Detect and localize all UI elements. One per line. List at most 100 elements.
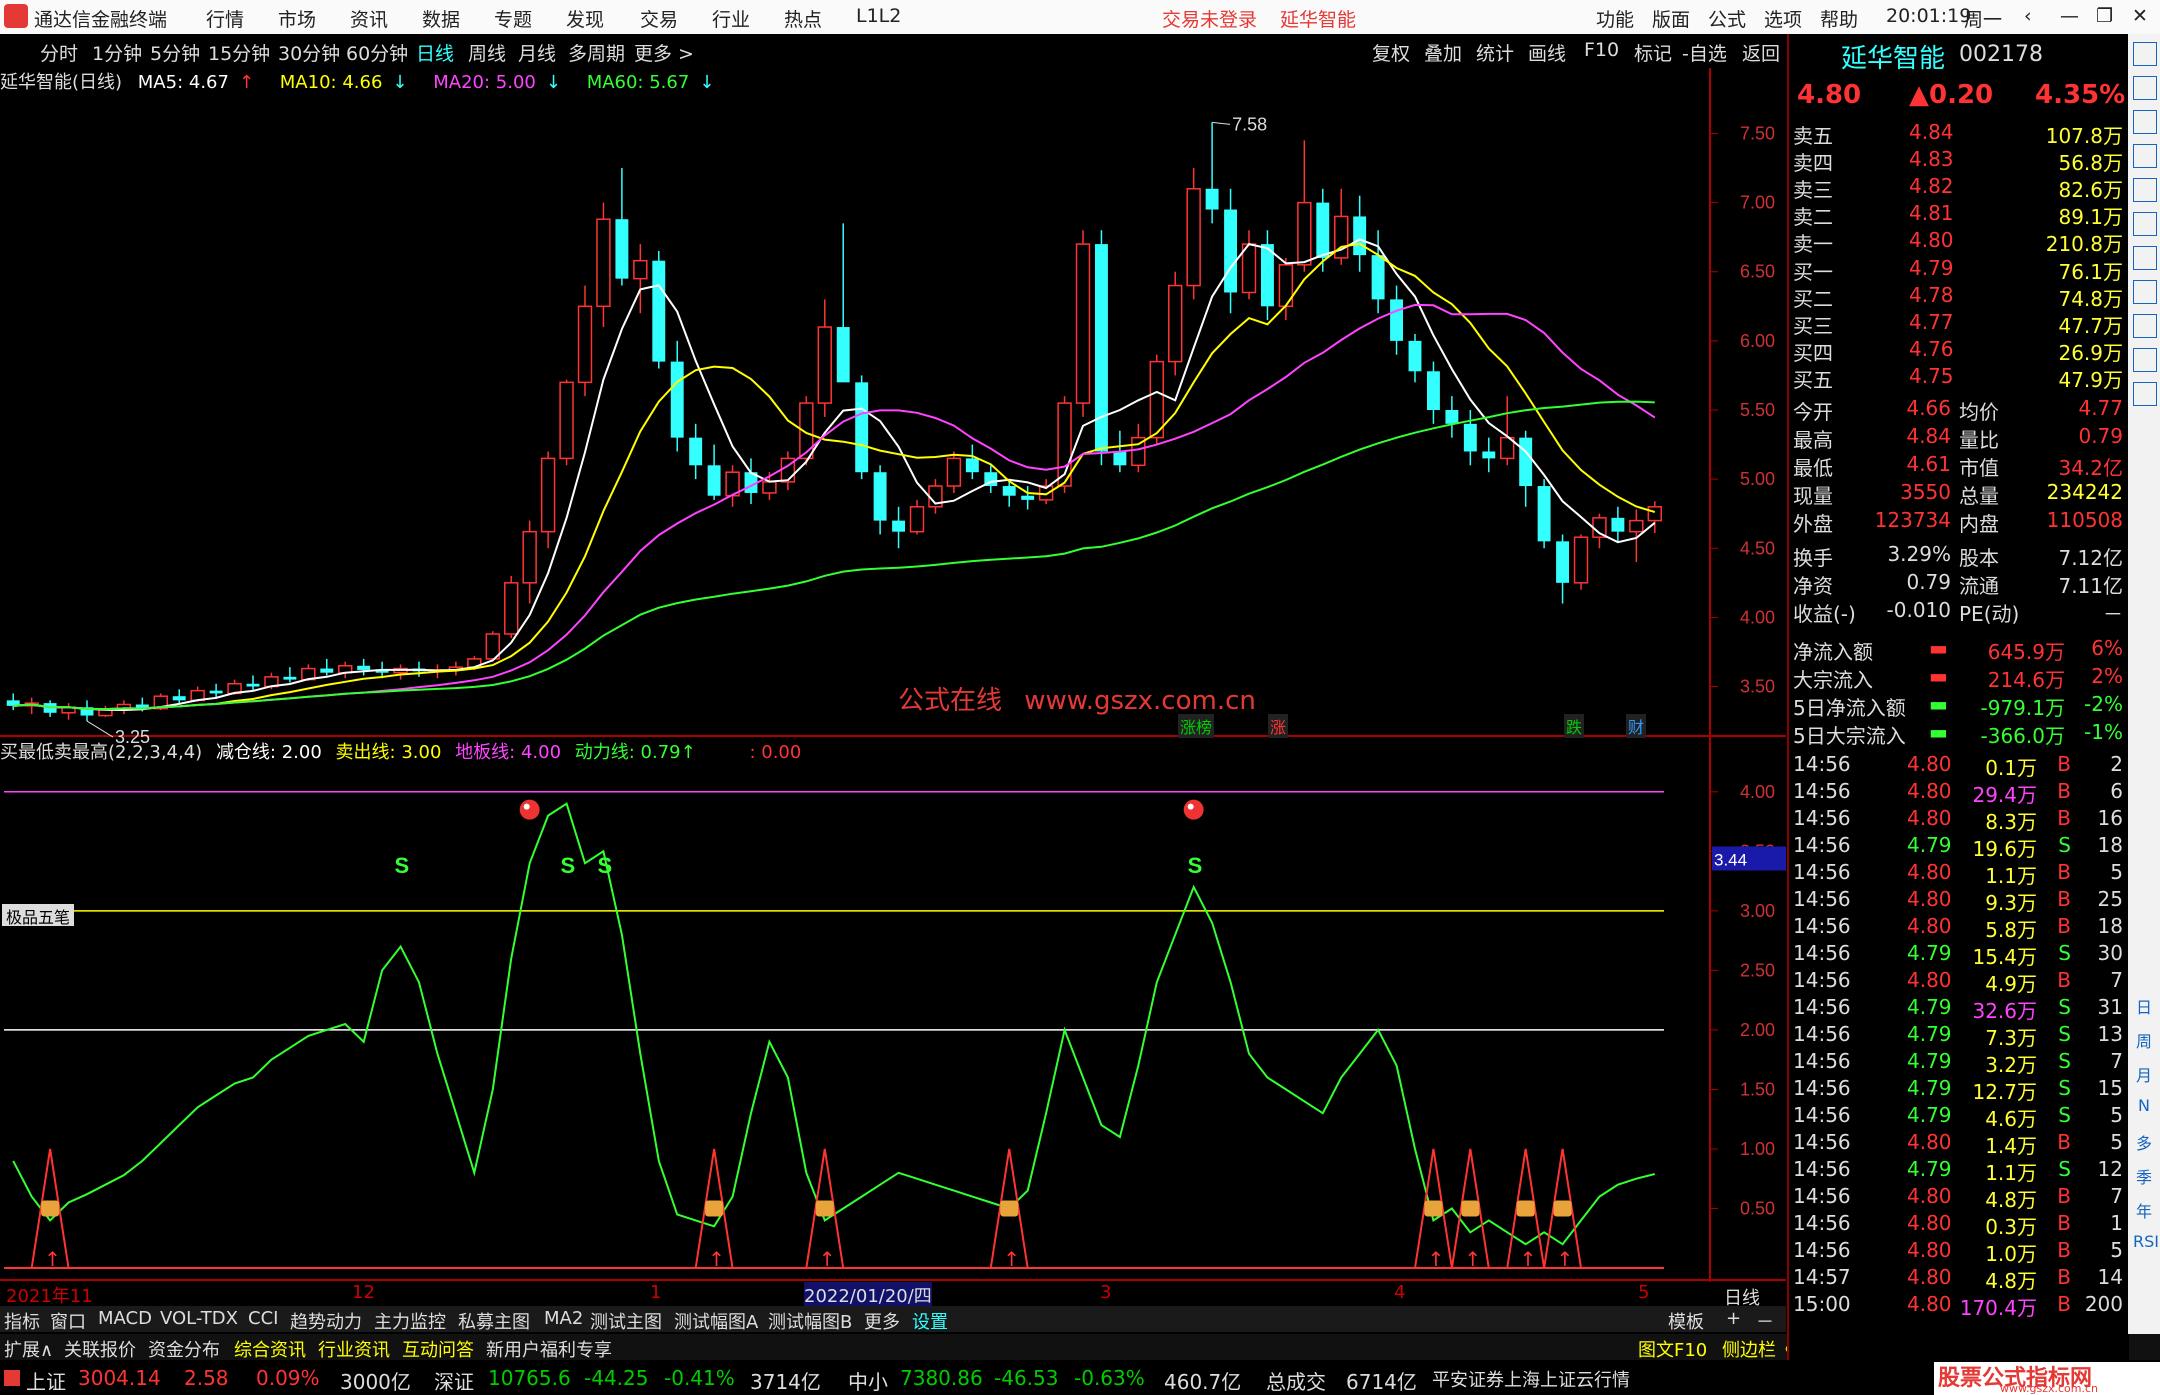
tick-row[interactable]: 14:56 4.79 15.4万 S 30: [1789, 941, 2127, 969]
tick-row[interactable]: 14:56 4.80 5.8万 B 18: [1789, 914, 2127, 942]
flow-row[interactable]: 大宗流入 ▬ 214.6万 2%: [1789, 664, 2127, 692]
tick-row[interactable]: 14:56 4.80 1.0万 B 5: [1789, 1238, 2127, 1266]
side-period-0[interactable]: 日: [2133, 994, 2155, 1017]
info-tab-guanlian[interactable]: 关联报价: [64, 1336, 136, 1362]
side-period-2[interactable]: 月: [2133, 1062, 2155, 1085]
menu-item-shuju[interactable]: 数据: [422, 5, 460, 32]
chart-icon[interactable]: [2133, 144, 2157, 168]
tab-qushi[interactable]: 趋势动力: [290, 1308, 362, 1334]
tab-simu[interactable]: 私募主图: [458, 1308, 530, 1334]
tick-row[interactable]: 14:56 4.80 8.3万 B 16: [1789, 806, 2127, 834]
tick-row[interactable]: 14:57 4.80 4.8万 B 14: [1789, 1265, 2127, 1293]
tick-row[interactable]: 14:56 4.79 1.1万 S 12: [1789, 1157, 2127, 1185]
menu-item-banmian[interactable]: 版面: [1652, 5, 1690, 32]
info-tab-hudong[interactable]: 互动问答: [402, 1336, 474, 1362]
menu-item-hangqing[interactable]: 行情: [206, 5, 244, 32]
ask-row[interactable]: 卖五 4.84 107.8万: [1789, 120, 2127, 148]
menu-item-shichang[interactable]: 市场: [278, 5, 316, 32]
info-tab-xinyonghu[interactable]: 新用户福利专享: [486, 1336, 612, 1362]
restore-icon[interactable]: ❐: [2096, 5, 2113, 27]
tf-monthly[interactable]: 月线: [518, 39, 556, 66]
tf-multi[interactable]: 多周期: [568, 39, 625, 66]
event-tag-zhang[interactable]: 涨榜: [1178, 714, 1215, 738]
tick-row[interactable]: 14:56 4.80 4.9万 B 7: [1789, 968, 2127, 996]
ask-row[interactable]: 卖二 4.81 89.1万: [1789, 201, 2127, 229]
menu-item-l1l2[interactable]: L1L2: [856, 5, 901, 27]
side-period-3[interactable]: N: [2133, 1096, 2155, 1118]
tick-row[interactable]: 14:56 4.80 0.1万 B 2: [1789, 752, 2127, 780]
fs-icon[interactable]: [2133, 314, 2157, 338]
tab-macd[interactable]: MACD: [98, 1308, 152, 1329]
tool-huaxian[interactable]: 画线: [1528, 39, 1566, 66]
stat2-row[interactable]: 净资 0.79 流通 7.11亿: [1789, 570, 2127, 598]
bid-row[interactable]: 买四 4.76 26.9万: [1789, 337, 2127, 365]
ask-row[interactable]: 卖一 4.80 210.8万: [1789, 228, 2127, 256]
menu-item-jiaoyi[interactable]: 交易: [640, 5, 678, 32]
30-icon[interactable]: [2133, 348, 2157, 372]
stat-row[interactable]: 外盘 123734 内盘 110508: [1789, 508, 2127, 536]
tab-chuangkou[interactable]: 窗口: [50, 1308, 86, 1334]
tool-fanhui[interactable]: 返回: [1742, 39, 1780, 66]
menu-item-gongshi[interactable]: 公式: [1708, 5, 1746, 32]
bid-row[interactable]: 买五 4.75 47.9万: [1789, 364, 2127, 392]
tool-fuquan[interactable]: 复权: [1372, 39, 1410, 66]
ds-icon[interactable]: [2133, 280, 2157, 304]
tab-minus[interactable]: －: [1756, 1308, 1774, 1334]
tick-row[interactable]: 14:56 4.80 9.3万 B 25: [1789, 887, 2127, 915]
tab-ceshi[interactable]: 测试主图: [590, 1308, 662, 1334]
tool-zixuan[interactable]: -自选: [1682, 39, 1727, 66]
info-tab-hangye[interactable]: 行业资讯: [318, 1336, 390, 1362]
tab-ceshia[interactable]: 测试幅图A: [674, 1308, 758, 1334]
flow-row[interactable]: 5日大宗流入 ▬ -366.0万 -1%: [1789, 720, 2127, 748]
event-tag-cai[interactable]: 财: [1626, 714, 1647, 738]
info-tab-f10[interactable]: 图文F10: [1638, 1336, 1707, 1362]
side-period-1[interactable]: 周: [2133, 1028, 2155, 1051]
tab-muban[interactable]: 模板: [1668, 1308, 1704, 1334]
sz-label[interactable]: 深证: [434, 1366, 474, 1395]
tf-daily[interactable]: 日线: [416, 39, 454, 66]
side-period-4[interactable]: 多: [2133, 1130, 2155, 1153]
event-tag-die[interactable]: 跌: [1564, 714, 1585, 738]
info-icon[interactable]: [2133, 212, 2157, 236]
stat-row[interactable]: 最低 4.61 市值 34.2亿: [1789, 452, 2127, 480]
tf-15min[interactable]: 15分钟: [208, 39, 270, 66]
tf-more[interactable]: 更多 >: [634, 39, 694, 66]
tick-row[interactable]: 14:56 4.80 0.3万 B 1: [1789, 1211, 2127, 1239]
60-icon[interactable]: [2133, 382, 2157, 406]
rsi-icon[interactable]: [2133, 246, 2157, 270]
tool-biaoji[interactable]: 标记: [1634, 39, 1672, 66]
menu-item-faxian[interactable]: 发现: [566, 5, 604, 32]
menu-item-zhuanti[interactable]: 专题: [494, 5, 532, 32]
info-tab-expand[interactable]: 扩展∧: [4, 1336, 53, 1362]
stat2-row[interactable]: 收益(-) -0.010 PE(动) －: [1789, 598, 2127, 626]
tick-row[interactable]: 14:56 4.79 4.6万 S 5: [1789, 1103, 2127, 1131]
side-period-6[interactable]: 年: [2133, 1198, 2155, 1221]
tf-5min[interactable]: 5分钟: [150, 39, 200, 66]
tf-fenshi[interactable]: 分时: [40, 39, 78, 66]
server-name[interactable]: 平安证券上海上证云行情: [1432, 1366, 1630, 1392]
tick-row[interactable]: 14:56 4.79 32.6万 S 31: [1789, 995, 2127, 1023]
tick-row[interactable]: 14:56 4.79 3.2万 S 7: [1789, 1049, 2127, 1077]
close-icon[interactable]: ✕: [2132, 5, 2148, 27]
tick-row[interactable]: 14:56 4.79 19.6万 S 18: [1789, 833, 2127, 861]
sh-label[interactable]: 上证: [26, 1366, 66, 1395]
tick-row[interactable]: 14:56 4.80 29.4万 B 6: [1789, 779, 2127, 807]
tick-row[interactable]: 14:56 4.79 7.3万 S 13: [1789, 1022, 2127, 1050]
tab-settings[interactable]: 设置: [912, 1308, 948, 1334]
sub-toolbar[interactable]: 极品五笔: [2, 904, 75, 927]
side-period-5[interactable]: 季: [2133, 1164, 2155, 1187]
stat-row[interactable]: 最高 4.84 量比 0.79: [1789, 424, 2127, 452]
tick-row[interactable]: 14:56 4.80 1.4万 B 5: [1789, 1130, 2127, 1158]
main-chart[interactable]: ↑ ↑ ↑ ↑ ↑ ↑ ↑ ↑S S S S 7.507.006.506.005.505.004.5…: [0, 68, 1786, 1282]
tab-plus[interactable]: +: [1726, 1308, 1741, 1329]
flow-row[interactable]: 净流入额 ▬ 645.9万 6%: [1789, 636, 2127, 664]
tab-zhibiao[interactable]: 指标: [4, 1308, 40, 1334]
tab-zhuli[interactable]: 主力监控: [374, 1308, 446, 1334]
tick-row[interactable]: 14:56 4.80 4.8万 B 7: [1789, 1184, 2127, 1212]
back-icon[interactable]: ‹: [2024, 5, 2032, 27]
stat-row[interactable]: 今开 4.66 均价 4.77: [1789, 396, 2127, 424]
tab-cci[interactable]: CCI: [248, 1308, 278, 1329]
tick-row[interactable]: 15:00 4.80 170.4万 B 200: [1789, 1292, 2127, 1320]
menu-item-zixun[interactable]: 资讯: [350, 5, 388, 32]
ask-row[interactable]: 卖三 4.82 82.6万: [1789, 174, 2127, 202]
